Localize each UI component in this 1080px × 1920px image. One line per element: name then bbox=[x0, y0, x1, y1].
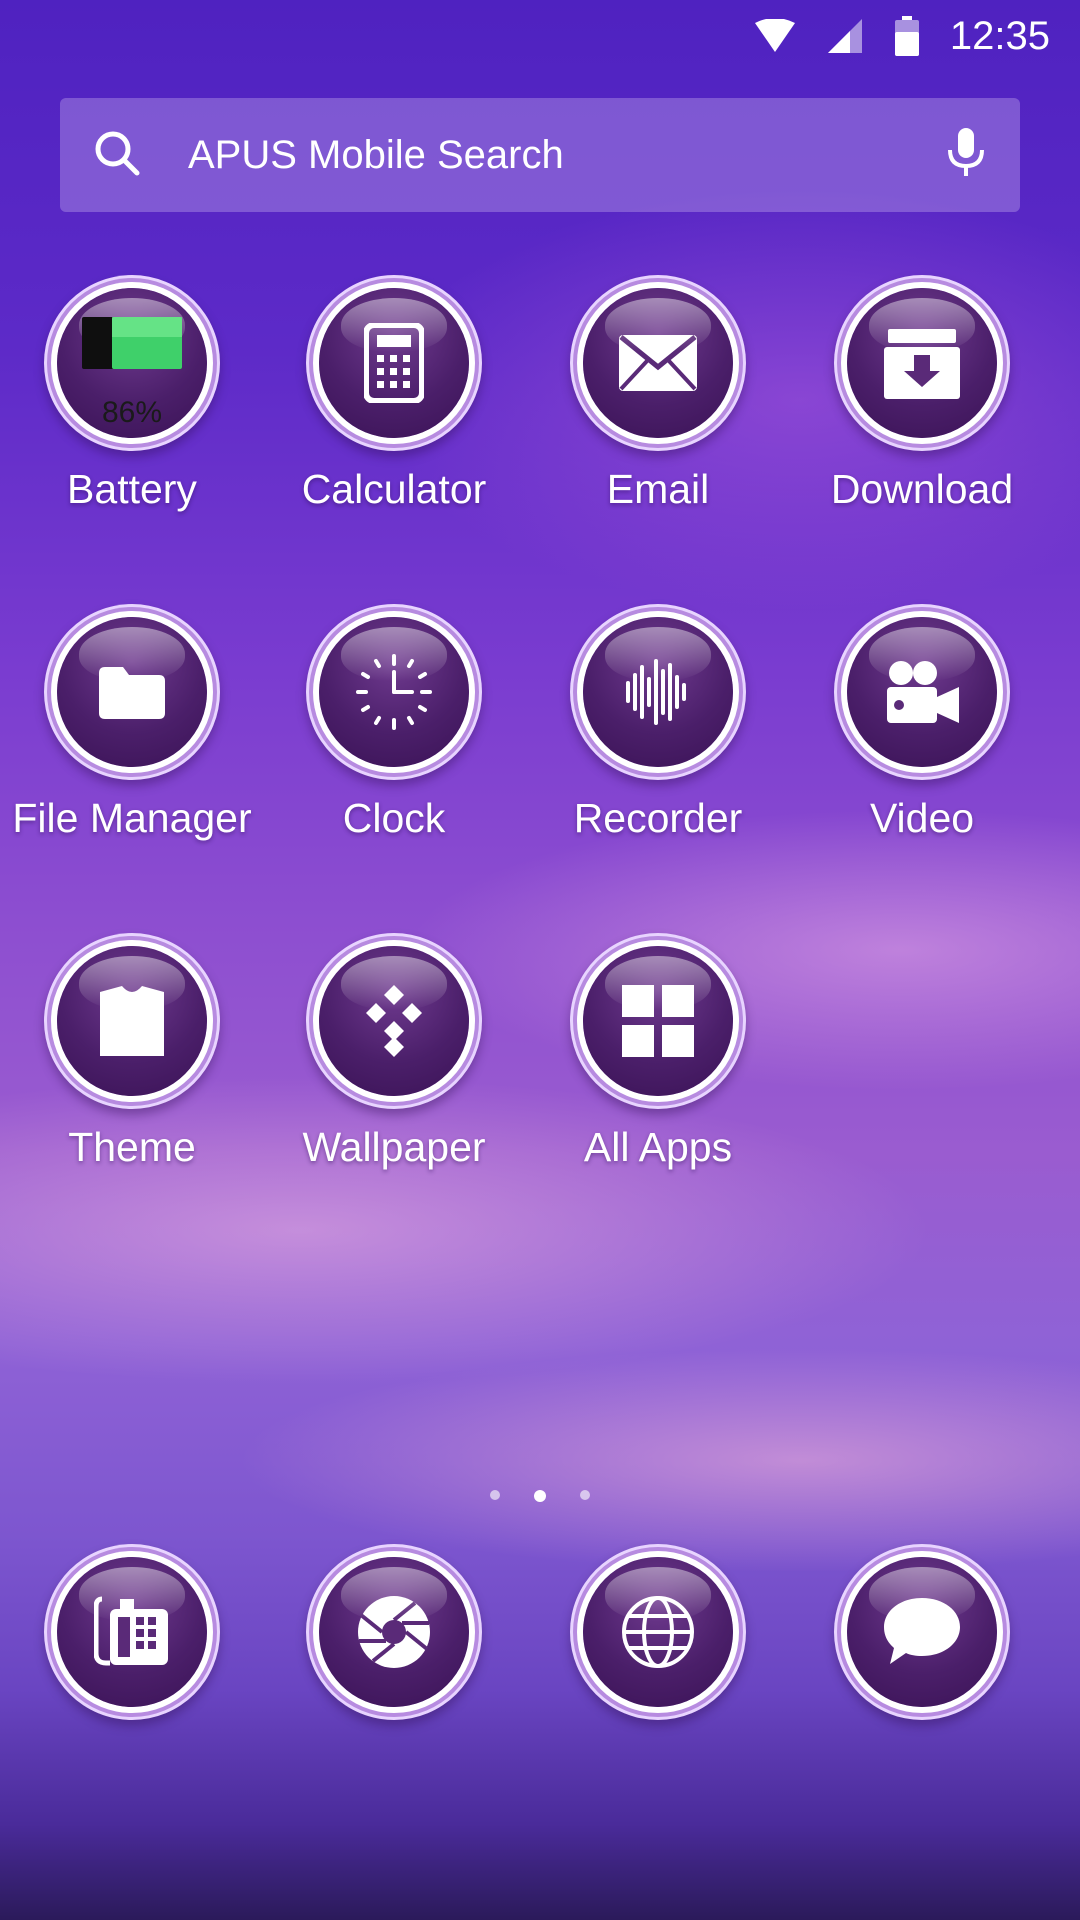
signal-icon bbox=[826, 17, 864, 55]
page-dot-active[interactable] bbox=[534, 1490, 546, 1502]
app-video[interactable]: Video bbox=[790, 617, 1054, 842]
app-label: Calculator bbox=[301, 466, 487, 512]
app-battery[interactable]: 86% Battery bbox=[0, 288, 264, 513]
app-label: Download bbox=[830, 466, 1014, 512]
app-label: Wallpaper bbox=[302, 1124, 486, 1170]
dock-messages[interactable] bbox=[790, 1557, 1054, 1707]
calculator-icon[interactable] bbox=[319, 288, 469, 438]
app-clock[interactable]: Clock bbox=[262, 617, 526, 842]
app-calculator[interactable]: Calculator bbox=[262, 288, 526, 513]
app-download[interactable]: Download bbox=[790, 288, 1054, 513]
grid-icon[interactable] bbox=[583, 946, 733, 1096]
app-label: Email bbox=[606, 466, 710, 512]
search-input[interactable]: APUS Mobile Search bbox=[188, 133, 946, 178]
app-label: Recorder bbox=[573, 795, 743, 841]
app-label: Video bbox=[869, 795, 975, 841]
wifi-icon bbox=[754, 19, 796, 53]
tshirt-icon[interactable] bbox=[57, 946, 207, 1096]
app-email[interactable]: Email bbox=[526, 288, 790, 513]
phone-icon[interactable] bbox=[57, 1557, 207, 1707]
video-camera-icon[interactable] bbox=[847, 617, 997, 767]
envelope-icon[interactable] bbox=[583, 288, 733, 438]
dock-phone[interactable] bbox=[0, 1557, 264, 1707]
globe-icon[interactable] bbox=[583, 1557, 733, 1707]
app-label: Clock bbox=[342, 795, 446, 841]
diamond-dots-icon[interactable] bbox=[319, 946, 469, 1096]
app-file-manager[interactable]: File Manager bbox=[0, 617, 264, 842]
page-dot[interactable] bbox=[490, 1490, 500, 1500]
dock-camera[interactable] bbox=[262, 1557, 526, 1707]
battery-icon bbox=[894, 16, 920, 56]
download-box-icon[interactable] bbox=[847, 288, 997, 438]
microphone-icon[interactable] bbox=[946, 128, 986, 182]
page-indicator bbox=[0, 1490, 1080, 1502]
app-recorder[interactable]: Recorder bbox=[526, 617, 790, 842]
app-label: All Apps bbox=[583, 1124, 733, 1170]
battery-percentage: 86% bbox=[101, 396, 163, 429]
sound-wave-icon[interactable] bbox=[583, 617, 733, 767]
chat-bubble-icon[interactable] bbox=[847, 1557, 997, 1707]
battery-icon[interactable]: 86% bbox=[57, 288, 207, 438]
app-wallpaper[interactable]: Wallpaper bbox=[262, 946, 526, 1171]
app-label: Theme bbox=[68, 1124, 196, 1170]
search-icon[interactable] bbox=[94, 130, 140, 180]
app-all-apps[interactable]: All Apps bbox=[526, 946, 790, 1171]
camera-aperture-icon[interactable] bbox=[319, 1557, 469, 1707]
clock-icon[interactable] bbox=[319, 617, 469, 767]
status-bar: 12:35 bbox=[0, 0, 1080, 72]
app-label: File Manager bbox=[12, 795, 252, 841]
folder-icon[interactable] bbox=[57, 617, 207, 767]
page-dot[interactable] bbox=[580, 1490, 590, 1500]
dock-browser[interactable] bbox=[526, 1557, 790, 1707]
app-label: Battery bbox=[67, 466, 197, 512]
app-theme[interactable]: Theme bbox=[0, 946, 264, 1171]
search-bar[interactable]: APUS Mobile Search bbox=[60, 98, 1020, 212]
status-time: 12:35 bbox=[949, 13, 1050, 58]
